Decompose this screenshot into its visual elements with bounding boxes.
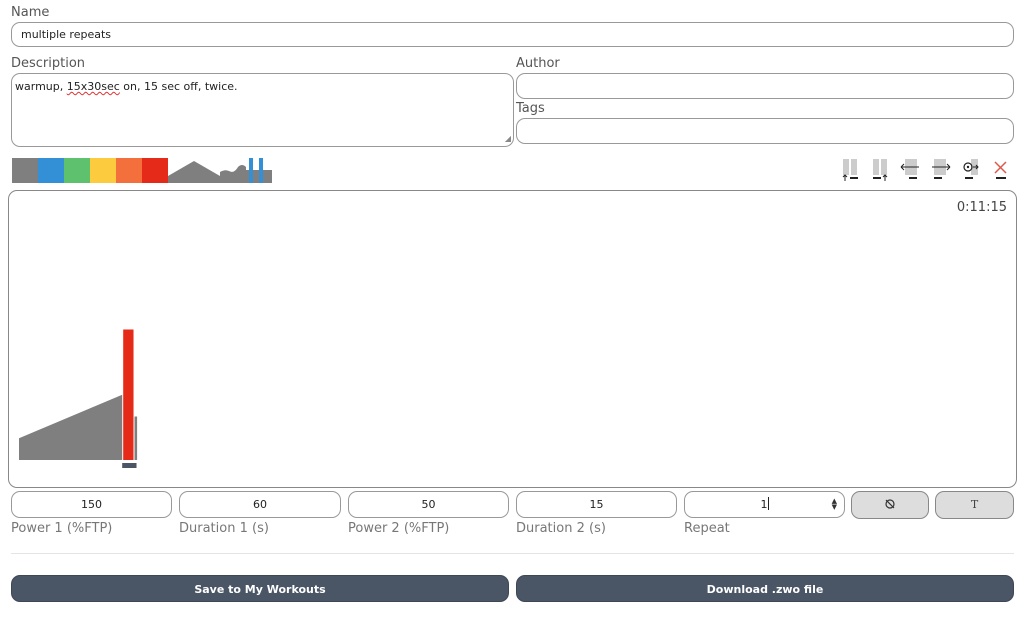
cooldown-icon[interactable] <box>194 158 220 183</box>
repeat-value: 1 <box>760 498 768 511</box>
workout-graph[interactable] <box>9 191 1016 487</box>
spinner-icon[interactable]: ▲ ▼ <box>832 498 837 511</box>
author-label: Author <box>516 56 560 71</box>
cycle-icon <box>885 499 895 509</box>
divider <box>11 553 1014 554</box>
freeride-icon[interactable] <box>220 158 246 183</box>
resize-grip-icon[interactable]: ◢ <box>505 132 511 145</box>
repeat-input[interactable]: 1 ▲ ▼ <box>684 491 845 518</box>
zone4-swatch[interactable] <box>90 158 116 183</box>
text-event-button[interactable]: T <box>935 491 1014 519</box>
duration1-input[interactable]: 60 <box>179 491 341 518</box>
selected-segment-marker <box>122 463 137 468</box>
zone5-swatch[interactable] <box>116 158 142 183</box>
zone6-swatch[interactable] <box>142 158 168 183</box>
description-label: Description <box>11 56 86 71</box>
power1-label: Power 1 (%FTP) <box>11 521 113 536</box>
duration2-label: Duration 2 (s) <box>516 521 606 536</box>
workout-segment-warmup[interactable] <box>19 394 123 460</box>
intervals-icon[interactable] <box>246 158 272 183</box>
move-right-icon[interactable] <box>930 157 952 183</box>
description-misspelled-word: 15x30sec <box>66 80 120 93</box>
insert-after-icon[interactable] <box>870 157 892 183</box>
tags-input[interactable] <box>516 118 1014 144</box>
power2-input[interactable]: 50 <box>348 491 509 518</box>
author-input[interactable] <box>516 73 1014 99</box>
insert-before-icon[interactable] <box>840 157 862 183</box>
workout-canvas[interactable]: 0:11:15 <box>8 190 1017 488</box>
zone3-swatch[interactable] <box>64 158 90 183</box>
description-text-part1: warmup, <box>15 80 67 93</box>
name-label: Name <box>11 5 50 20</box>
cycle-button[interactable] <box>851 491 929 519</box>
download-zwo-button[interactable]: Download .zwo file <box>516 575 1014 602</box>
description-text-part2: on, 15 sec off, twice. <box>119 80 238 93</box>
zone2-swatch[interactable] <box>38 158 64 183</box>
duplicate-icon[interactable] <box>960 157 982 183</box>
power2-label: Power 2 (%FTP) <box>348 521 450 536</box>
repeat-label: Repeat <box>684 521 730 536</box>
workout-segment-interval-off[interactable] <box>134 416 138 461</box>
power1-input[interactable]: 150 <box>11 491 172 518</box>
text-caret <box>767 497 769 510</box>
warmup-icon[interactable] <box>168 158 194 183</box>
delete-icon[interactable] <box>990 157 1012 183</box>
save-workout-button[interactable]: Save to My Workouts <box>11 575 509 602</box>
name-input[interactable]: multiple repeats <box>11 22 1014 47</box>
workout-segment-interval-on[interactable] <box>123 329 134 461</box>
tags-label: Tags <box>516 101 545 116</box>
duration1-label: Duration 1 (s) <box>179 521 269 536</box>
description-textarea[interactable]: warmup, 15x30sec on, 15 sec off, twice. … <box>11 73 514 147</box>
move-left-icon[interactable] <box>899 157 921 183</box>
zone1-swatch[interactable] <box>12 158 38 183</box>
duration2-input[interactable]: 15 <box>516 491 677 518</box>
